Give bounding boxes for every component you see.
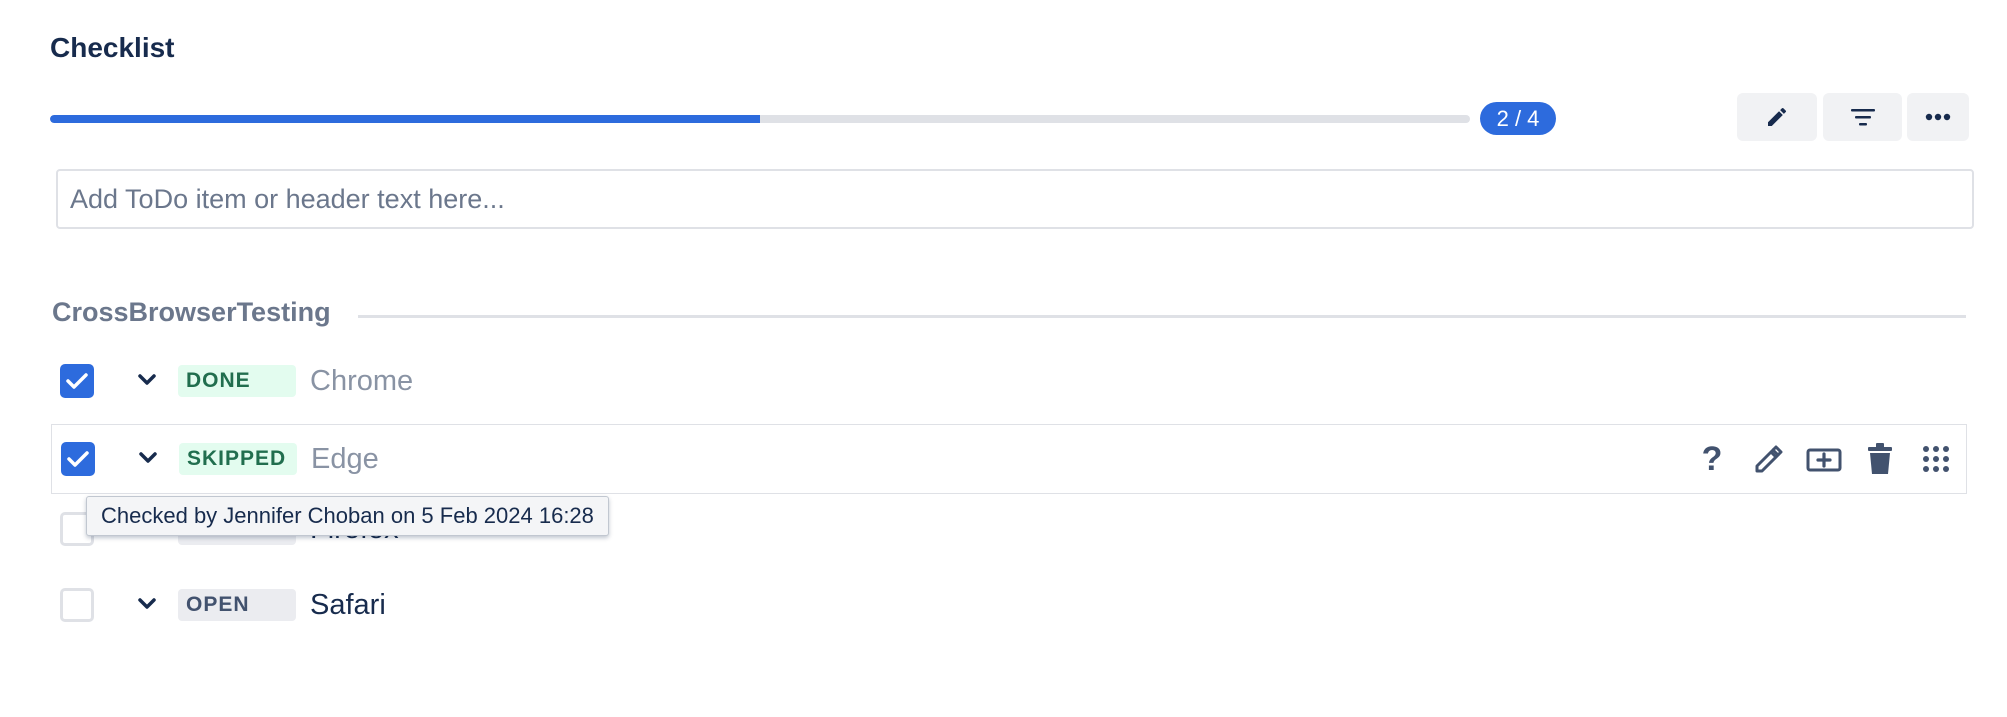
more-horizontal-icon [1925, 113, 1951, 121]
item-checkbox[interactable] [60, 364, 94, 398]
checklist-item: OPEN Safari [51, 570, 1967, 640]
more-options-button[interactable] [1907, 93, 1969, 141]
help-icon: ? [1701, 440, 1723, 478]
edit-item-button[interactable] [1748, 439, 1788, 479]
expand-chevron-button[interactable] [136, 446, 160, 470]
pencil-icon [1768, 107, 1787, 126]
checkmark-icon [67, 451, 89, 467]
section-header: CrossBrowserTesting [52, 297, 331, 327]
item-checkbox[interactable] [61, 442, 95, 476]
drag-grid-icon [1923, 446, 1949, 472]
progress-bar-fill [50, 115, 760, 123]
checked-by-tooltip: Checked by Jennifer Choban on 5 Feb 2024… [86, 496, 609, 536]
item-text[interactable]: Chrome [310, 364, 413, 398]
checklist-item: SKIPPED Edge ? [51, 424, 1967, 494]
help-button[interactable]: ? [1692, 439, 1732, 479]
checklist-item: DONE Chrome [51, 346, 1967, 416]
item-text[interactable]: Safari [310, 588, 386, 622]
chevron-down-icon [139, 452, 157, 463]
expand-chevron-button[interactable] [135, 592, 159, 616]
add-item-icon [1806, 448, 1842, 472]
filter-icon [1850, 109, 1875, 126]
drag-handle[interactable] [1916, 439, 1956, 479]
status-badge[interactable]: OPEN [178, 589, 296, 621]
section-divider [358, 315, 1966, 318]
checklist-title: Checklist [50, 32, 175, 63]
chevron-down-icon [138, 598, 156, 609]
expand-chevron-button[interactable] [135, 368, 159, 392]
item-checkbox[interactable] [60, 588, 94, 622]
delete-item-button[interactable] [1860, 439, 1900, 479]
progress-count-badge: 2 / 4 [1480, 102, 1556, 135]
pencil-icon [1755, 445, 1783, 473]
trash-icon [1868, 443, 1892, 474]
row-actions: ? [1692, 439, 1956, 479]
edit-button[interactable] [1737, 93, 1817, 141]
status-badge[interactable]: DONE [178, 365, 296, 397]
item-text[interactable]: Edge [311, 442, 379, 476]
status-badge[interactable]: SKIPPED [179, 443, 297, 475]
add-sub-item-button[interactable] [1804, 439, 1844, 479]
chevron-down-icon [138, 374, 156, 385]
filter-button[interactable] [1823, 93, 1902, 141]
progress-bar [50, 115, 1470, 123]
add-todo-input[interactable] [56, 169, 1974, 229]
checkmark-icon [66, 373, 88, 389]
